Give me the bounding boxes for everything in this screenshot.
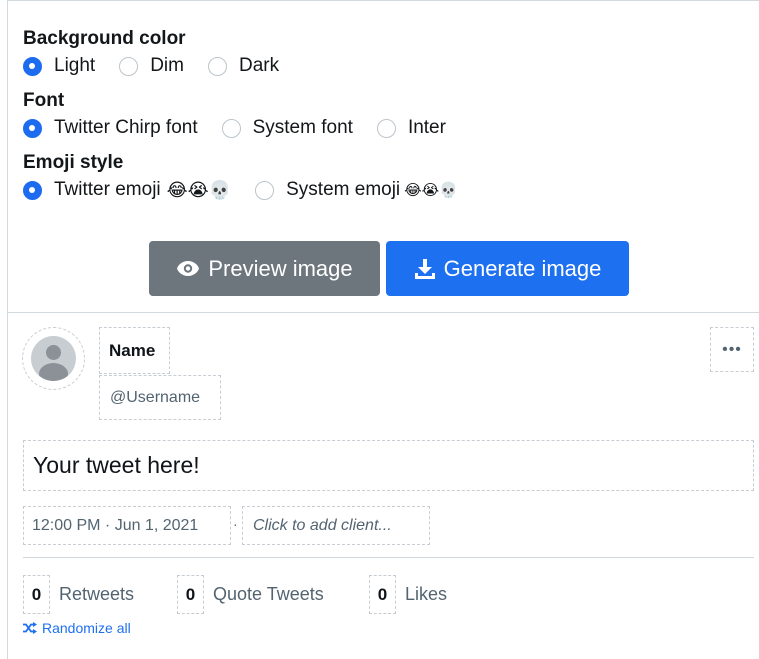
avatar-upload[interactable] [22,327,85,390]
radio-selected-icon[interactable] [23,180,42,200]
emoji-sample: 😂😭💀 [166,179,232,200]
font-options: Twitter Chirp font System font Inter [23,113,482,143]
client-field[interactable]: Click to add client... [242,506,430,545]
radio-icon[interactable] [255,180,275,200]
retweets-count-field[interactable]: 0 [23,575,50,614]
section-divider [7,312,759,313]
likes-stat: 0 Likes [369,575,447,614]
background-color-options: Light Dim Dark [23,51,482,81]
default-avatar-icon [31,336,76,381]
download-icon [414,258,435,279]
radio-selected-icon[interactable] [23,56,42,76]
background-option-dark[interactable]: Dark [207,55,280,77]
background-option-label: Dim [150,55,184,76]
generate-image-button[interactable]: Generate image [386,241,629,296]
more-horizontal-icon[interactable]: ••• [710,327,754,372]
eye-icon [177,261,200,276]
stats-divider [23,557,754,558]
emoji-option-twitter[interactable]: Twitter emoji 😂😭💀 [23,179,231,201]
shuffle-icon [23,622,37,634]
font-option-inter[interactable]: Inter [376,117,446,139]
display-name-field[interactable]: Name [99,327,170,374]
tweet-text-field[interactable]: Your tweet here! [23,440,754,491]
emoji-style-title: Emoji style [23,152,124,173]
font-option-chirp[interactable]: Twitter Chirp font [23,117,198,139]
quote-tweets-count-field[interactable]: 0 [177,575,204,614]
background-option-dim[interactable]: Dim [119,55,184,77]
emoji-sample: 😂😭💀 [404,182,458,199]
randomize-all-label: Randomize all [42,620,131,636]
timestamp-field[interactable]: 12:00 PM · Jun 1, 2021 [23,506,231,545]
font-title: Font [23,90,65,111]
radio-icon[interactable] [376,118,396,138]
preview-image-label: Preview image [208,255,353,281]
emoji-option-system[interactable]: System emoji 😂😭💀 [255,179,458,201]
likes-count-field[interactable]: 0 [369,575,396,614]
background-color-title: Background color [23,28,186,49]
retweets-label: Retweets [59,584,135,604]
font-option-label: System font [252,117,353,138]
retweets-stat: 0 Retweets [23,575,134,614]
font-option-label: Twitter Chirp font [54,117,198,138]
radio-icon[interactable] [207,56,227,76]
radio-selected-icon[interactable] [23,118,42,138]
emoji-style-options: Twitter emoji 😂😭💀 System emoji 😂😭💀 [23,175,482,205]
username-field[interactable]: @Username [99,375,221,420]
settings-panel: Background color Light Dim Dark Font Twi… [23,27,482,213]
background-option-label: Light [54,55,96,76]
background-option-label: Dark [238,55,280,76]
emoji-option-label: System emoji [286,179,401,200]
likes-label: Likes [405,584,448,604]
background-option-light[interactable]: Light [23,55,95,77]
radio-icon[interactable] [221,118,241,138]
emoji-option-label: Twitter emoji [54,179,161,200]
font-option-system[interactable]: System font [221,117,353,139]
font-option-label: Inter [407,117,446,138]
radio-icon[interactable] [119,56,139,76]
quote-tweets-label: Quote Tweets [213,584,324,604]
quote-tweets-stat: 0 Quote Tweets [177,575,324,614]
preview-image-button[interactable]: Preview image [149,241,380,296]
randomize-all-link[interactable]: Randomize all [23,620,131,636]
meta-separator: · [233,516,238,532]
generate-image-label: Generate image [443,255,602,281]
